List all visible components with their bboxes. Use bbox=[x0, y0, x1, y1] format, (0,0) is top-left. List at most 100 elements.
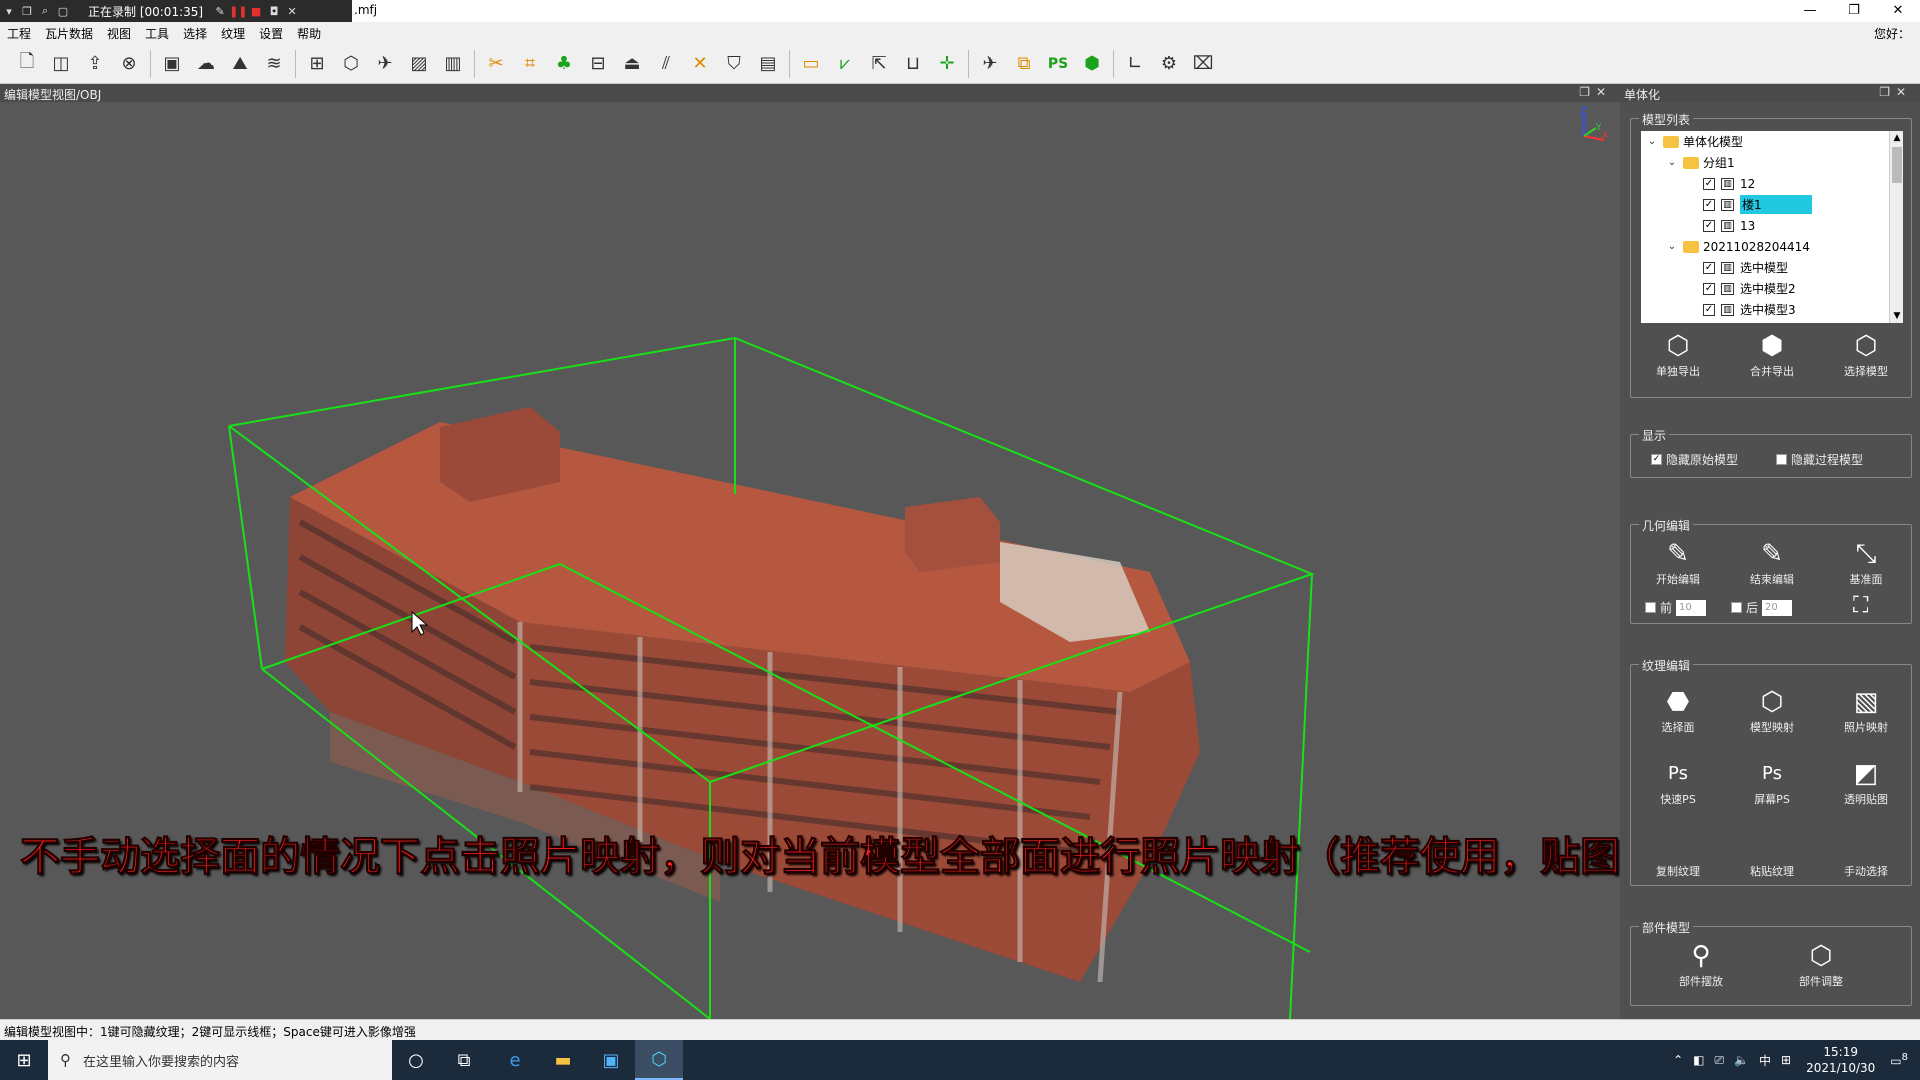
model-mapping-button[interactable]: ⬡ 模型映射 bbox=[1733, 687, 1811, 735]
tree-node-selected[interactable]: ✓ ▥ 楼1 bbox=[1641, 194, 1903, 215]
front-value-input[interactable]: 10 bbox=[1676, 599, 1707, 616]
hide-process-toggle[interactable]: 隐藏过程模型 bbox=[1776, 451, 1863, 468]
close-recorder-icon[interactable]: ✕ bbox=[283, 5, 301, 18]
keyboard-layout-icon[interactable]: ⊞ bbox=[1776, 1053, 1796, 1067]
dropdown-icon[interactable]: ▾ bbox=[0, 5, 18, 18]
camera-icon[interactable]: ◘ bbox=[265, 5, 283, 18]
hide-original-toggle[interactable]: ✓ 隐藏原始模型 bbox=[1651, 451, 1738, 468]
checkbox[interactable]: ✓ bbox=[1703, 282, 1715, 295]
new-file-icon[interactable]: 🗋 bbox=[10, 49, 44, 79]
region-icon[interactable]: ▢ bbox=[54, 5, 72, 18]
tray-app-icon[interactable]: ◧ bbox=[1688, 1053, 1709, 1067]
menu-settings[interactable]: 设置 bbox=[252, 25, 290, 42]
export-icon[interactable]: ⇪ bbox=[78, 49, 112, 79]
tree-node[interactable]: ✓ ▥ 选中模型 bbox=[1641, 257, 1903, 278]
pause-icon[interactable]: ❚❚ bbox=[229, 5, 247, 18]
select-model-button[interactable]: ⬡ 选择模型 bbox=[1827, 331, 1905, 379]
manual-select-button[interactable]: 手动选择 bbox=[1827, 831, 1905, 879]
ps-icon[interactable]: PS bbox=[1041, 49, 1075, 79]
basket-icon[interactable]: ⊔ bbox=[896, 49, 930, 79]
stop-square-icon[interactable]: ▣ bbox=[155, 49, 189, 79]
tree-node[interactable]: ⌄ 20211028204414 bbox=[1641, 236, 1903, 257]
end-edit-button[interactable]: ✎ 结束编辑 bbox=[1733, 539, 1811, 587]
notification-icon[interactable]: ▭8 bbox=[1885, 1052, 1920, 1068]
tray-expand-icon[interactable]: ⌃ bbox=[1668, 1053, 1688, 1067]
screen-ps-button[interactable]: Ps 屏幕PS bbox=[1733, 759, 1811, 807]
collapse-icon[interactable]: ⌄ bbox=[1645, 136, 1659, 147]
grid-icon[interactable]: ⊞ bbox=[300, 49, 334, 79]
building-icon[interactable]: ▥ bbox=[436, 49, 470, 79]
window-icon[interactable]: ❐ bbox=[18, 5, 36, 18]
mountain-icon[interactable]: ⛰ bbox=[223, 49, 257, 79]
measure-icon[interactable]: ⫽ bbox=[649, 49, 683, 79]
cortana-icon[interactable]: ○ bbox=[392, 1040, 440, 1080]
tree-node[interactable]: ⌄ 单体化模型 bbox=[1641, 131, 1903, 152]
select-poly-icon[interactable]: ⩗ bbox=[828, 49, 862, 79]
drone-icon[interactable]: ✈ bbox=[973, 49, 1007, 79]
fill-icon[interactable]: ⛉ bbox=[717, 49, 751, 79]
back-offset[interactable]: 后 20 bbox=[1731, 599, 1793, 616]
file-explorer-icon[interactable]: ▬ bbox=[539, 1040, 587, 1080]
checkbox[interactable]: ✓ bbox=[1703, 198, 1715, 211]
flatten-icon[interactable]: ⊟ bbox=[581, 49, 615, 79]
scroll-thumb[interactable] bbox=[1892, 147, 1902, 183]
panel-controls[interactable]: ❐✕ bbox=[1879, 85, 1912, 99]
part-place-button[interactable]: ⚲ 部件摆放 bbox=[1662, 941, 1740, 989]
base-plane-button[interactable]: ⤡ 基准面 bbox=[1827, 539, 1905, 587]
stop-icon[interactable]: ■ bbox=[247, 5, 265, 18]
network-icon[interactable]: ⎚ bbox=[1709, 1053, 1729, 1068]
transparent-texture-button[interactable]: ◩ 透明贴图 bbox=[1827, 759, 1905, 807]
tree-node[interactable]: ✓ ▥ 12 bbox=[1641, 173, 1903, 194]
pen-icon[interactable]: ✎ bbox=[211, 5, 229, 18]
checkbox[interactable] bbox=[1645, 602, 1656, 613]
plane-icon[interactable]: ✈ bbox=[368, 49, 402, 79]
split-view-icon[interactable]: ◫ bbox=[44, 49, 78, 79]
checkbox[interactable]: ✓ bbox=[1703, 219, 1715, 232]
part-adjust-button[interactable]: ⬡ 部件调整 bbox=[1782, 941, 1860, 989]
cursor-select-icon[interactable]: ⇱ bbox=[862, 49, 896, 79]
collapse-icon[interactable]: ⌄ bbox=[1665, 241, 1679, 252]
edge-browser-icon[interactable]: e bbox=[491, 1040, 539, 1080]
modeling-app-icon[interactable]: ⬡ bbox=[635, 1040, 683, 1080]
checkbox[interactable]: ✓ bbox=[1703, 261, 1715, 274]
menu-tile-data[interactable]: 瓦片数据 bbox=[38, 25, 100, 42]
pick-icon[interactable]: ✕ bbox=[683, 49, 717, 79]
select-face-button[interactable]: ⬣ 选择面 bbox=[1639, 687, 1717, 735]
quick-ps-button[interactable]: Ps 快速PS bbox=[1639, 759, 1717, 807]
checkbox[interactable] bbox=[1731, 602, 1742, 613]
terrain-icon[interactable]: ⏏ bbox=[615, 49, 649, 79]
menu-view[interactable]: 视图 bbox=[100, 25, 138, 42]
close-circle-icon[interactable]: ⊗ bbox=[112, 49, 146, 79]
checkbox[interactable] bbox=[1776, 454, 1787, 465]
cube-icon[interactable]: ⬡ bbox=[334, 49, 368, 79]
tree-node[interactable]: ⌄ 分组1 bbox=[1641, 152, 1903, 173]
model-box-icon[interactable]: ⬢ bbox=[1075, 49, 1109, 79]
zoom-icon[interactable]: ⌕ bbox=[36, 4, 54, 18]
document-icon[interactable]: ▤ bbox=[751, 49, 785, 79]
copy-texture-button[interactable]: 复制纹理 bbox=[1639, 831, 1717, 879]
cut-icon[interactable]: ✂ bbox=[479, 49, 513, 79]
tree-node[interactable]: ✓ ▥ 选中模型3 bbox=[1641, 299, 1903, 320]
merge-icon[interactable]: ⧉ bbox=[1007, 49, 1041, 79]
gear-icon[interactable]: ⚙ bbox=[1152, 49, 1186, 79]
export-single-button[interactable]: ⬡ 单独导出 bbox=[1639, 331, 1717, 379]
tree-scrollbar[interactable]: ▲ ▼ bbox=[1889, 131, 1903, 323]
menu-select[interactable]: 选择 bbox=[176, 25, 214, 42]
tree-icon[interactable]: ♣ bbox=[547, 49, 581, 79]
front-offset[interactable]: 前 10 bbox=[1645, 599, 1707, 616]
checkbox[interactable]: ✓ bbox=[1651, 454, 1662, 465]
menu-project[interactable]: 工程 bbox=[0, 25, 38, 42]
ime-indicator[interactable]: 中 bbox=[1754, 1052, 1776, 1069]
select-rect-icon[interactable]: ▭ bbox=[794, 49, 828, 79]
volume-icon[interactable]: 🔈 bbox=[1729, 1053, 1754, 1067]
back-value-input[interactable]: 20 bbox=[1762, 599, 1793, 616]
crop-frame-icon[interactable]: ⌧ bbox=[1186, 49, 1220, 79]
menu-texture[interactable]: 纹理 bbox=[214, 25, 252, 42]
model-viewport[interactable]: 编辑模型视图/OBJ ❐✕ Z Y X 不手动选择面的情况下点击照片映射，则对当… bbox=[0, 84, 1821, 1019]
tree-node[interactable]: ✓ ▥ 选中模型2 bbox=[1641, 278, 1903, 299]
menu-help[interactable]: 帮助 bbox=[290, 25, 328, 42]
layers-icon[interactable]: ≋ bbox=[257, 49, 291, 79]
taskbar-clock[interactable]: 15:19 2021/10/30 bbox=[1796, 1044, 1885, 1076]
axis-icon[interactable]: ∟ bbox=[1118, 49, 1152, 79]
task-view-icon[interactable]: ⧉ bbox=[440, 1040, 488, 1080]
